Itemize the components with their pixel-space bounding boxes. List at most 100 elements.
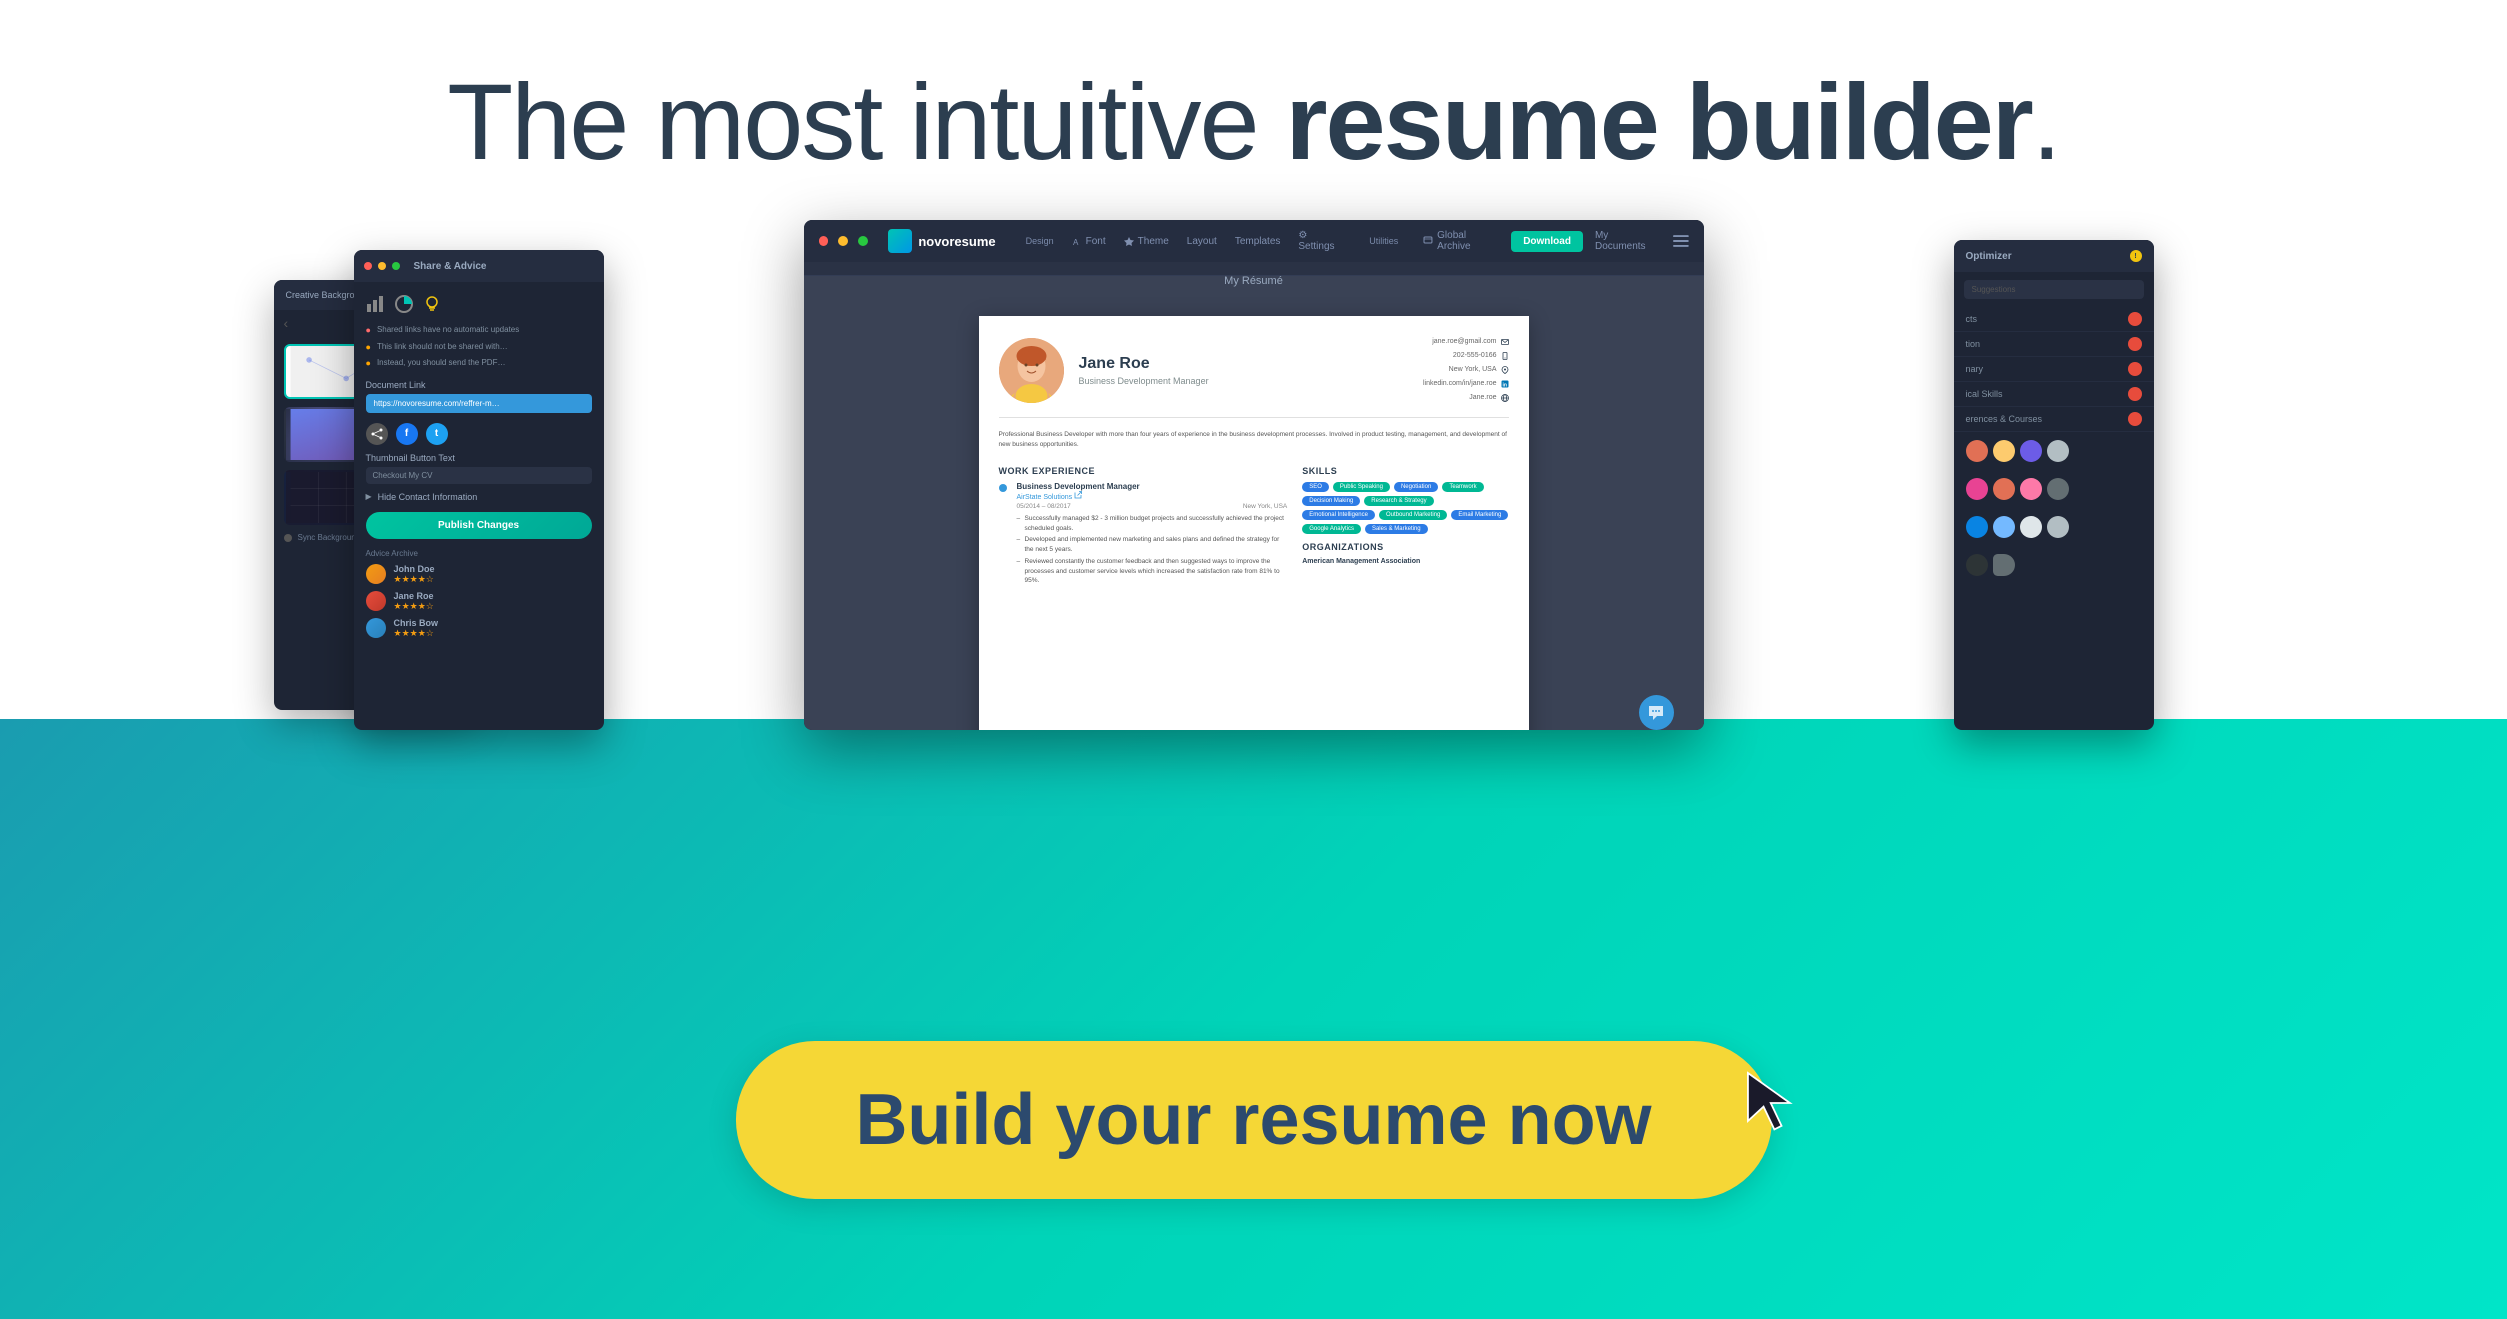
doc-link-section: Document Link https://novoresume.com/ref… — [366, 380, 592, 413]
optimizer-item-erences[interactable]: erences & Courses — [1954, 407, 2154, 432]
advice-item-1: ● Shared links have no automatic updates — [366, 324, 592, 337]
skill-sales-marketing: Sales & Marketing — [1365, 524, 1428, 534]
organization-name: American Management Association — [1302, 558, 1508, 565]
archive-person-3[interactable]: Chris Bow ★★★★☆ — [366, 618, 592, 639]
thumbnail-input[interactable]: Checkout My CV — [366, 467, 592, 484]
headline-section: The most intuitive resume builder. — [0, 60, 2507, 184]
nav-templates[interactable]: Templates — [1235, 236, 1281, 247]
main-resume-window[interactable]: novoresume Design A Font Theme Layout Te… — [804, 220, 1704, 730]
color-swatch-light-blue[interactable] — [1993, 516, 2015, 538]
optimizer-search[interactable]: Suggestions — [1964, 280, 2144, 299]
advice-text-2: This link should not be shared with… — [377, 341, 508, 354]
color-swatch-special[interactable] — [1993, 554, 2015, 576]
color-swatch-very-dark[interactable] — [1966, 554, 1988, 576]
skill-emotional-intelligence: Emotional Intelligence — [1302, 510, 1375, 520]
window-right-nav: Download My Documents — [1511, 230, 1688, 252]
person-name-1: John Doe — [394, 564, 435, 574]
nav-font[interactable]: A Font — [1072, 236, 1106, 247]
publish-button[interactable]: Publish Changes — [366, 512, 592, 539]
color-swatch-mid-gray[interactable] — [2047, 516, 2069, 538]
skill-outbound-marketing: Outbound Marketing — [1379, 510, 1447, 520]
share-icon-facebook[interactable]: f — [396, 423, 418, 445]
window-nav: Design A Font Theme Layout Templates ⚙ S… — [1026, 230, 1345, 252]
share-panel[interactable]: Share & Advice — [354, 250, 604, 730]
color-swatch-dark-gray[interactable] — [2047, 478, 2069, 500]
nav-layout[interactable]: Layout — [1187, 236, 1217, 247]
optimizer-label-nary: nary — [1966, 364, 1984, 374]
resume-summary: Professional Business Developer with mor… — [999, 430, 1509, 450]
skills-tags: SEO Public Speaking Negotiation Teamwork… — [1302, 482, 1508, 534]
optimizer-label-ical-skills: ical Skills — [1966, 389, 2003, 399]
color-swatch-light-gray[interactable] — [2020, 516, 2042, 538]
window-dot-green — [858, 236, 868, 246]
archive-person-2[interactable]: Jane Roe ★★★★☆ — [366, 591, 592, 612]
skill-google-analytics: Google Analytics — [1302, 524, 1361, 534]
website-text: Jane.roe — [1469, 392, 1496, 404]
nav-global-archive[interactable]: Global Archive — [1423, 230, 1501, 252]
cta-container: Build your resume now — [735, 1041, 1771, 1199]
skill-email-marketing: Email Marketing — [1451, 510, 1508, 520]
work-dot — [999, 484, 1007, 492]
color-swatch-pink[interactable] — [1966, 478, 1988, 500]
optimizer-item-cts[interactable]: cts — [1954, 307, 2154, 332]
person-avatar-3 — [366, 618, 386, 638]
download-button[interactable]: Download — [1511, 231, 1583, 252]
hamburger-icon[interactable] — [1673, 234, 1689, 248]
job-bullet-3: Reviewed constantly the customer feedbac… — [1017, 557, 1288, 586]
contact-website: Jane.roe — [1423, 392, 1509, 404]
nav-theme[interactable]: Theme — [1124, 236, 1169, 247]
color-swatch-blue[interactable] — [1966, 516, 1988, 538]
panel-dot-green — [392, 262, 400, 270]
bg-arrow-left[interactable]: ‹ — [284, 315, 289, 331]
ruler — [804, 262, 1704, 276]
cta-button[interactable]: Build your resume now — [735, 1041, 1771, 1199]
hide-contact-toggle[interactable]: ▶ Hide Contact Information — [366, 492, 592, 502]
external-link-icon — [1074, 491, 1082, 499]
color-swatch-light-pink[interactable] — [2020, 478, 2042, 500]
phone-icon — [1501, 352, 1509, 360]
color-swatch-yellow[interactable] — [1993, 440, 2015, 462]
archive-person-1[interactable]: John Doe ★★★★☆ — [366, 564, 592, 585]
hide-contact-label: Hide Contact Information — [378, 492, 478, 502]
skills-title: SKILLS — [1302, 466, 1508, 476]
job-bullet-1: Successfully managed $2 - 3 million budg… — [1017, 514, 1288, 534]
share-icon-twitter[interactable]: t — [426, 423, 448, 445]
bg-gradient-area — [0, 719, 2507, 1319]
person-avatar-1 — [366, 564, 386, 584]
logo-icon — [888, 229, 912, 253]
person-rating-3: ★★★★☆ — [394, 628, 439, 639]
skill-teamwork: Teamwork — [1442, 482, 1483, 492]
phone-text: 202-555-0166 — [1453, 350, 1497, 362]
skill-decision-making: Decision Making — [1302, 496, 1360, 506]
chat-bubble[interactable] — [1639, 695, 1674, 730]
website-icon — [1501, 394, 1509, 402]
optimizer-item-nary[interactable]: nary — [1954, 357, 2154, 382]
contact-phone: 202-555-0166 — [1423, 350, 1509, 362]
color-swatch-gray[interactable] — [2047, 440, 2069, 462]
toggle-arrow-icon: ▶ — [366, 492, 372, 501]
resume-canvas[interactable]: My Résumé — [804, 276, 1704, 730]
share-icon-link[interactable] — [366, 423, 388, 445]
optimizer-panel[interactable]: Optimizer ! Suggestions cts tion nary ic… — [1954, 240, 2154, 730]
color-swatch-salmon[interactable] — [1993, 478, 2015, 500]
skill-public-speaking: Public Speaking — [1333, 482, 1390, 492]
nav-settings[interactable]: ⚙ Settings — [1298, 230, 1344, 252]
email-icon — [1501, 338, 1509, 346]
color-swatch-orange[interactable] — [1966, 440, 1988, 462]
share-panel-topbar: Share & Advice — [354, 250, 604, 282]
window-topbar: novoresume Design A Font Theme Layout Te… — [804, 220, 1704, 262]
contact-email: jane.roe@gmail.com — [1423, 336, 1509, 348]
optimizer-item-ical-skills[interactable]: ical Skills — [1954, 382, 2154, 407]
my-documents-link[interactable]: My Documents — [1595, 230, 1661, 252]
advice-bullet-3: ● — [366, 357, 371, 370]
panel-dot-yellow — [378, 262, 386, 270]
bar-chart-icon — [366, 294, 386, 314]
optimizer-circle-2 — [2128, 337, 2142, 351]
job-location: New York, USA — [1243, 503, 1287, 510]
color-swatch-purple[interactable] — [2020, 440, 2042, 462]
doc-link-input[interactable]: https://novoresume.com/reffrer-m… — [366, 394, 592, 413]
optimizer-item-tion[interactable]: tion — [1954, 332, 2154, 357]
resume-header: Jane Roe Business Development Manager ja… — [999, 336, 1509, 418]
color-swatches-row1 — [1954, 432, 2154, 470]
resume-paper[interactable]: Jane Roe Business Development Manager ja… — [979, 316, 1529, 730]
